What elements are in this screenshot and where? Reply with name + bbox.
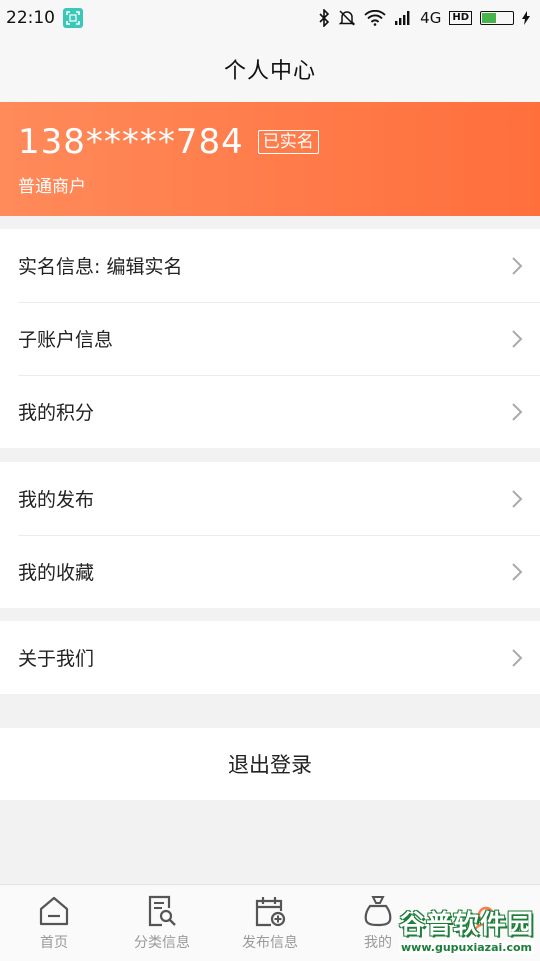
signal-icon bbox=[395, 11, 410, 25]
menu-item-label: 我的积分 bbox=[18, 402, 95, 424]
scan-app-icon bbox=[63, 8, 83, 28]
battery-icon bbox=[480, 11, 514, 25]
phone-number: 138*****784 bbox=[18, 122, 244, 162]
mute-bell-icon bbox=[338, 10, 356, 26]
chevron-right-icon bbox=[512, 402, 523, 421]
network-type: 4G bbox=[420, 9, 442, 27]
status-right: 4G HD bbox=[318, 9, 530, 27]
hd-badge: HD bbox=[449, 11, 472, 25]
chevron-right-icon bbox=[512, 256, 523, 275]
menu-item-label: 我的发布 bbox=[18, 489, 95, 511]
header: 个人中心 bbox=[0, 36, 540, 102]
menu-group-about: 关于我们 bbox=[0, 621, 540, 694]
tab-category-info[interactable]: 分类信息 bbox=[108, 885, 216, 961]
status-time: 22:10 bbox=[6, 8, 55, 28]
watermark-url: www.gupuxiazai.com bbox=[399, 941, 534, 954]
status-bar: 22:10 4G HD bbox=[0, 0, 540, 36]
menu-item-real-name-info[interactable]: 实名信息: 编辑实名 bbox=[0, 229, 540, 302]
menu-item-label: 子账户信息 bbox=[18, 329, 114, 351]
tab-publish-info[interactable]: 发布信息 bbox=[216, 885, 324, 961]
verified-badge: 已实名 bbox=[257, 130, 319, 154]
menu-item-label: 实名信息: 编辑实名 bbox=[18, 256, 183, 278]
menu-group-account: 实名信息: 编辑实名 子账户信息 我的积分 bbox=[0, 229, 540, 448]
category-search-icon bbox=[148, 895, 176, 927]
menu-item-my-posts[interactable]: 我的发布 bbox=[0, 462, 540, 535]
user-type-label: 普通商户 bbox=[18, 177, 86, 197]
chevron-right-icon bbox=[512, 329, 523, 348]
menu-group-content: 我的发布 我的收藏 bbox=[0, 462, 540, 608]
status-left: 22:10 bbox=[6, 8, 83, 28]
chevron-right-icon bbox=[512, 562, 523, 581]
logout-button[interactable]: 退出登录 bbox=[0, 728, 540, 800]
tab-home[interactable]: 首页 bbox=[0, 885, 108, 961]
profile-banner[interactable]: 138*****784 已实名 普通商户 bbox=[0, 102, 540, 216]
menu-item-about-us[interactable]: 关于我们 bbox=[0, 621, 540, 694]
tab-label: 分类信息 bbox=[134, 935, 190, 951]
menu-item-my-favorites[interactable]: 我的收藏 bbox=[0, 535, 540, 608]
menu-item-sub-account-info[interactable]: 子账户信息 bbox=[0, 302, 540, 375]
tab-label: 发布信息 bbox=[242, 935, 298, 951]
home-icon bbox=[39, 896, 69, 926]
page-title: 个人中心 bbox=[223, 59, 316, 84]
menu-item-my-points[interactable]: 我的积分 bbox=[0, 375, 540, 448]
tab-label: 首页 bbox=[40, 935, 68, 951]
chevron-right-icon bbox=[512, 648, 523, 667]
bluetooth-icon bbox=[319, 9, 330, 27]
publish-calendar-icon bbox=[255, 897, 286, 927]
watermark-title: 谷普软件园 bbox=[398, 910, 534, 940]
charging-icon bbox=[522, 11, 530, 25]
phone-row: 138*****784 已实名 bbox=[18, 122, 522, 162]
chevron-right-icon bbox=[512, 489, 523, 508]
menu-item-label: 我的收藏 bbox=[18, 562, 95, 584]
wifi-icon bbox=[364, 10, 386, 26]
watermark-logo: 谷普软件园 www.gupuxiazai.com bbox=[372, 904, 534, 954]
menu-item-label: 关于我们 bbox=[18, 648, 95, 670]
